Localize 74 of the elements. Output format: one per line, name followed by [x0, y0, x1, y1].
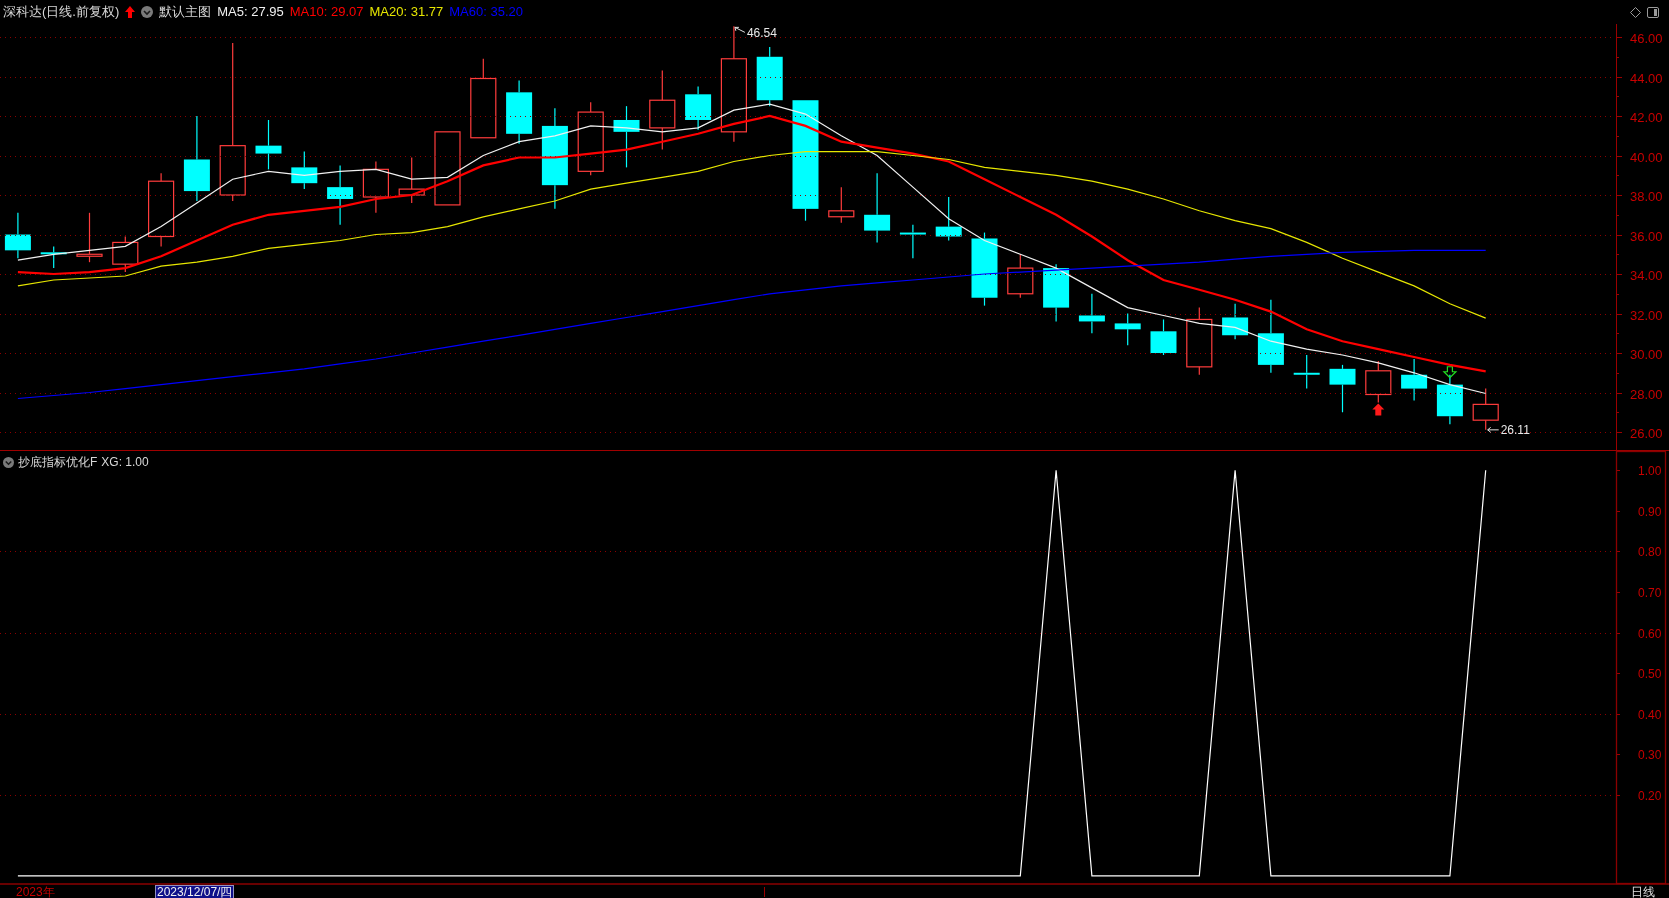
- axis-label: 0.60: [1638, 627, 1662, 641]
- candlestick: [1329, 364, 1356, 413]
- candlestick: [685, 85, 712, 131]
- down-arrow-icon: [1442, 366, 1458, 379]
- axis-label: 26.00: [1630, 425, 1663, 441]
- axis-label: 38.00: [1630, 188, 1663, 204]
- axis-label: 0.40: [1638, 708, 1662, 722]
- candlestick: [398, 156, 425, 204]
- candlestick: [362, 160, 389, 214]
- candlestick: [864, 172, 891, 244]
- candlestick: [1043, 263, 1070, 323]
- candlestick: [1078, 293, 1105, 334]
- candlestick: [1007, 253, 1034, 299]
- candlestick: [506, 79, 533, 145]
- axis-label: 0.30: [1638, 748, 1662, 762]
- axis-label: 0.80: [1638, 545, 1662, 559]
- axis-label: 0.90: [1638, 505, 1662, 519]
- candlestick: [76, 212, 103, 263]
- candlestick: [1222, 303, 1249, 340]
- candlestick: [613, 105, 640, 168]
- candlestick: [4, 212, 31, 259]
- candlestick: [935, 196, 962, 242]
- candlestick: [255, 119, 282, 170]
- leader-line: [734, 26, 746, 33]
- series-name: MA5: [217, 3, 244, 22]
- price-label: 46.54: [746, 26, 777, 41]
- candlestick: [1293, 354, 1320, 390]
- candlestick: [291, 151, 318, 190]
- chart-title: 深科达(日线.前复权): [3, 3, 120, 22]
- axis-label: 40.00: [1630, 149, 1663, 165]
- axis-label: 46.00: [1630, 30, 1663, 46]
- period-label: 日线: [1631, 885, 1655, 898]
- axis-label: 34.00: [1630, 267, 1663, 283]
- diamond-icon[interactable]: [1630, 6, 1641, 18]
- axis-label: 42.00: [1630, 109, 1663, 125]
- axis-label: 0.50: [1638, 667, 1662, 681]
- up-arrow-icon: [125, 6, 136, 18]
- indicator-value: : 29.07: [323, 3, 364, 22]
- candlestick: [1186, 307, 1213, 376]
- indicator-name: 抄底指标优化F: [18, 454, 98, 471]
- series-name: MA10: [289, 3, 324, 22]
- template-selector[interactable]: 默认主图: [159, 2, 212, 22]
- panel-toggle-icon[interactable]: [1647, 6, 1659, 18]
- indicator-value: : 31.77: [403, 3, 444, 22]
- candlestick: [40, 245, 67, 269]
- series-name: XG: [101, 454, 119, 471]
- year-label: 2023年: [16, 885, 56, 898]
- axis-label: 44.00: [1630, 70, 1663, 86]
- candlestick: [1150, 318, 1177, 356]
- axis-label: 32.00: [1630, 307, 1663, 323]
- dropdown-icon[interactable]: [141, 6, 154, 18]
- candlestick: [1436, 374, 1463, 425]
- candlestick: [1401, 358, 1428, 402]
- price-label: 26.11: [1500, 423, 1530, 438]
- candlestick: [828, 186, 855, 224]
- axis-label: 36.00: [1630, 228, 1663, 244]
- axis-label: 0.70: [1638, 586, 1662, 600]
- axis-label: 30.00: [1630, 346, 1663, 362]
- candlestick: [1114, 312, 1141, 346]
- axis-label: 28.00: [1630, 386, 1663, 402]
- axis-label: 1.00: [1638, 464, 1662, 478]
- up-arrow-icon: [1372, 403, 1385, 416]
- candlestick: [112, 235, 139, 273]
- indicator-value: : 27.95: [244, 3, 284, 22]
- candlestick: [327, 164, 354, 226]
- indicator-value: : 1.00: [118, 454, 149, 471]
- candlestick: [1365, 360, 1392, 403]
- axis-label: 0.20: [1638, 789, 1662, 803]
- candlestick: [1472, 387, 1499, 431]
- leader-line: [1487, 426, 1500, 433]
- indicator-value: : 35.20: [483, 3, 523, 22]
- candlestick: [756, 46, 783, 107]
- dropdown-icon[interactable]: [3, 456, 14, 468]
- candlestick: [899, 224, 926, 259]
